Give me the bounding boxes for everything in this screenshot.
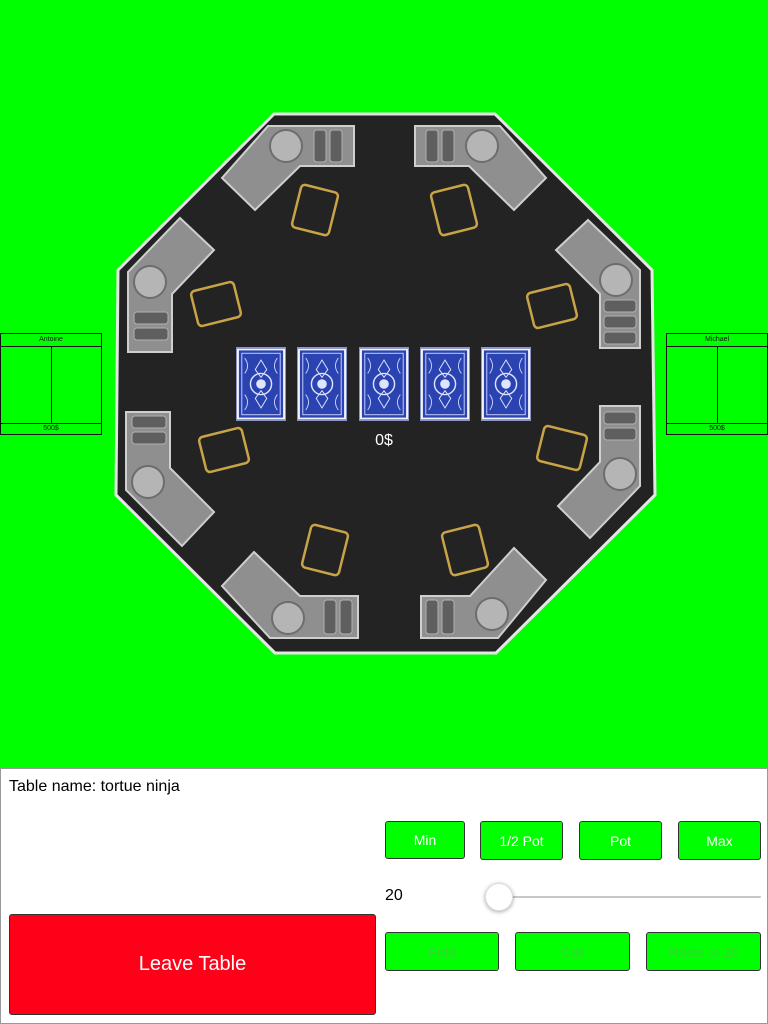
community-card-5 [481, 347, 531, 421]
action-panel: Table name: tortue ninja Min 1/2 Pot Pot… [0, 768, 768, 1024]
half-pot-button[interactable]: 1/2 Pot [480, 821, 563, 860]
table-name-label: Table name: tortue ninja [9, 778, 180, 795]
community-card-1 [236, 347, 286, 421]
community-card-4 [420, 347, 470, 421]
community-card-2 [297, 347, 347, 421]
bet-slider[interactable] [485, 896, 761, 898]
bet-amount: 20 [385, 887, 403, 904]
bet-slider-thumb[interactable] [485, 883, 513, 911]
player-chips: 500$ [1, 423, 101, 434]
min-bet-button[interactable]: Min [385, 821, 465, 859]
pot-amount: 0$ [375, 432, 393, 449]
leave-table-button[interactable]: Leave Table [9, 914, 376, 1015]
player-cards [667, 347, 767, 423]
player-cards [1, 347, 101, 423]
player-name: Michael [667, 334, 767, 347]
player-seat-right[interactable]: Michael 500$ [666, 333, 768, 435]
raise-button[interactable]: Raise to 20 [646, 932, 761, 971]
community-card-3 [359, 347, 409, 421]
player-name: Antoine [1, 334, 101, 347]
max-bet-button[interactable]: Max [678, 821, 761, 860]
table-area: 0$ Antoine 500$ Michael 500$ [0, 0, 768, 768]
call-button[interactable]: Call [515, 932, 630, 971]
pot-bet-button[interactable]: Pot [579, 821, 662, 860]
fold-button[interactable]: Fold [385, 932, 499, 971]
player-chips: 500$ [667, 423, 767, 434]
player-seat-left[interactable]: Antoine 500$ [0, 333, 102, 435]
